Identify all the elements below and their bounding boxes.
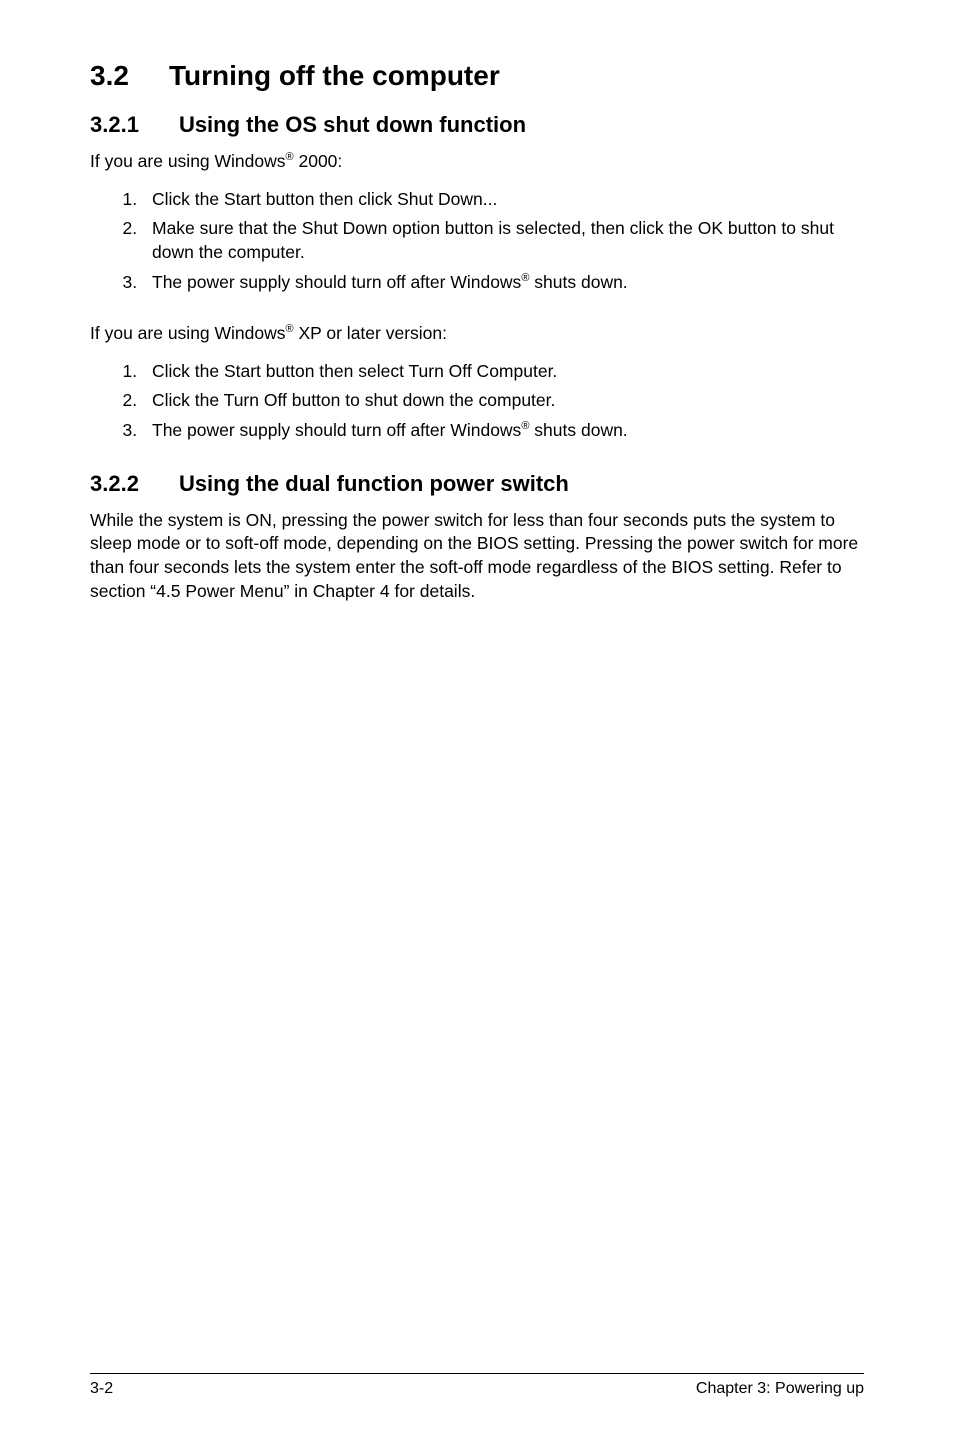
list-item: Click the Start button then click Shut D… — [142, 188, 864, 212]
subsection-number: 3.2.1 — [90, 112, 139, 137]
paragraph: While the system is ON, pressing the pow… — [90, 509, 864, 604]
ordered-list: Click the Start button then select Turn … — [90, 360, 864, 443]
section-heading: 3.2 Turning off the computer — [90, 60, 864, 92]
section-number: 3.2 — [90, 60, 129, 91]
text: The power supply should turn off after W… — [152, 420, 521, 440]
subsection-title-text: Using the OS shut down function — [179, 112, 526, 137]
ordered-list: Click the Start button then click Shut D… — [90, 188, 864, 295]
list-item: Click the Start button then select Turn … — [142, 360, 864, 384]
text: 2000: — [294, 151, 343, 171]
registered-symbol: ® — [286, 151, 294, 163]
section-title-text: Turning off the computer — [169, 60, 500, 91]
text: If you are using Windows — [90, 323, 286, 343]
subsection-heading: 3.2.1 Using the OS shut down function — [90, 112, 864, 138]
registered-symbol: ® — [286, 323, 294, 335]
list-item: The power supply should turn off after W… — [142, 271, 864, 295]
page-number: 3-2 — [90, 1380, 113, 1398]
list-item: The power supply should turn off after W… — [142, 419, 864, 443]
text: XP or later version: — [294, 323, 447, 343]
text: shuts down. — [529, 420, 627, 440]
subsection-number: 3.2.2 — [90, 471, 139, 496]
paragraph: If you are using Windows® 2000: — [90, 150, 864, 174]
text: The power supply should turn off after W… — [152, 272, 521, 292]
chapter-label: Chapter 3: Powering up — [696, 1380, 864, 1398]
text: shuts down. — [529, 272, 627, 292]
text: If you are using Windows — [90, 151, 286, 171]
list-item: Click the Turn Off button to shut down t… — [142, 389, 864, 413]
subsection-title-text: Using the dual function power switch — [179, 471, 569, 496]
paragraph: If you are using Windows® XP or later ve… — [90, 322, 864, 346]
list-item: Make sure that the Shut Down option butt… — [142, 217, 864, 264]
subsection-heading: 3.2.2 Using the dual function power switc… — [90, 471, 864, 497]
page-footer: 3-2 Chapter 3: Powering up — [90, 1373, 864, 1398]
